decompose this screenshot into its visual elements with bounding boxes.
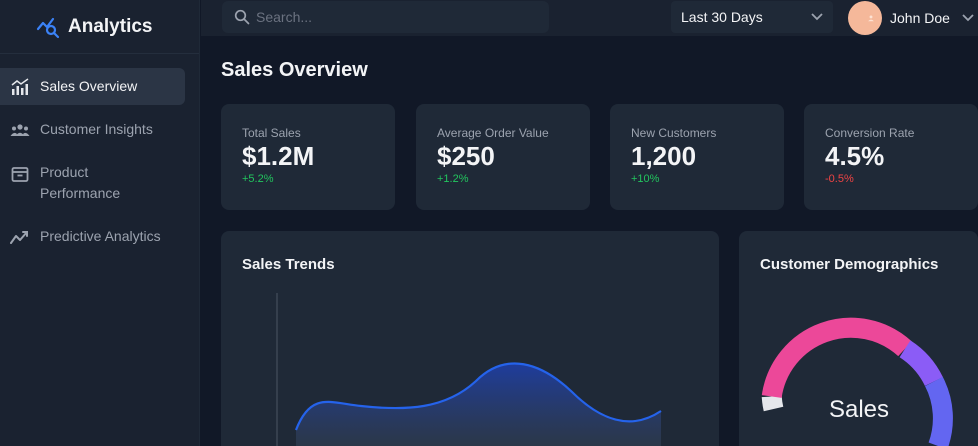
date-range-select[interactable]: Last 30 Days xyxy=(671,1,833,33)
search-box[interactable] xyxy=(222,1,549,33)
kpi-value: 4.5% xyxy=(825,141,885,171)
donut-segment-gray xyxy=(761,395,784,412)
user-name: John Doe xyxy=(890,10,950,26)
donut-segment-pink xyxy=(761,317,912,399)
chevron-down-icon xyxy=(811,13,823,21)
chevron-down-icon xyxy=(962,14,974,22)
sales-trends-chart xyxy=(276,293,662,446)
sidebar-item-label: Customer Insights xyxy=(40,121,153,137)
search-input[interactable] xyxy=(256,9,536,25)
sidebar-nav: Sales Overview Customer Insights Product… xyxy=(0,54,199,255)
trend-icon xyxy=(10,231,28,244)
customer-demographics-donut: Sales xyxy=(761,317,953,446)
kpi-label: Average Order Value xyxy=(437,126,549,140)
kpi-value: $250 xyxy=(437,141,495,171)
kpi-change: +5.2% xyxy=(242,173,274,185)
sidebar-item-label: Product Performance xyxy=(40,164,121,201)
sales-trends-panel: Sales Trends xyxy=(221,231,719,446)
customer-demographics-panel: Customer Demographics Sales xyxy=(739,231,978,446)
avatar[interactable] xyxy=(848,1,882,35)
kpi-label: Total Sales xyxy=(242,126,301,140)
kpi-card-average-order-value: Average Order Value $250 +1.2% xyxy=(416,104,590,210)
kpi-label: New Customers xyxy=(631,126,717,140)
search-icon xyxy=(234,9,250,25)
user-menu[interactable]: John Doe xyxy=(848,0,974,36)
kpi-card-new-customers: New Customers 1,200 +10% xyxy=(610,104,784,210)
kpi-value: 1,200 xyxy=(631,141,697,171)
kpi-label: Conversion Rate xyxy=(825,126,915,140)
brand[interactable]: Analytics xyxy=(0,0,199,54)
kpi-change: -0.5% xyxy=(825,173,854,185)
users-icon xyxy=(10,124,30,136)
donut-segment-blue xyxy=(924,376,953,446)
sidebar-item-label: Sales Overview xyxy=(40,78,138,94)
donut-center-label: Sales xyxy=(829,396,889,423)
kpi-change: +10% xyxy=(631,173,660,185)
chart-search-icon xyxy=(36,17,60,38)
sidebar-item-product-performance[interactable]: Product Performance xyxy=(0,154,185,212)
donut-segment-purple xyxy=(899,340,943,387)
sidebar-item-customer-insights[interactable]: Customer Insights xyxy=(0,111,185,148)
page-title: Sales Overview xyxy=(221,59,368,81)
date-range-value: Last 30 Days xyxy=(681,9,763,25)
user-avatar-icon xyxy=(868,15,874,22)
sidebar-item-sales-overview[interactable]: Sales Overview xyxy=(0,68,185,105)
sidebar-item-label: Predictive Analytics xyxy=(40,228,161,244)
sidebar: Analytics Sales Overview Customer Insigh… xyxy=(0,0,200,446)
kpi-value: $1.2M xyxy=(242,141,315,171)
sidebar-item-predictive-analytics[interactable]: Predictive Analytics xyxy=(0,218,185,255)
kpi-card-conversion-rate: Conversion Rate 4.5% -0.5% xyxy=(804,104,978,210)
bar-chart-icon xyxy=(11,78,29,95)
brand-name: Analytics xyxy=(68,15,153,37)
kpi-change: +1.2% xyxy=(437,173,469,185)
topbar: Last 30 Days John Doe xyxy=(201,0,978,36)
archive-icon xyxy=(11,167,29,182)
kpi-card-total-sales: Total Sales $1.2M +5.2% xyxy=(221,104,395,210)
